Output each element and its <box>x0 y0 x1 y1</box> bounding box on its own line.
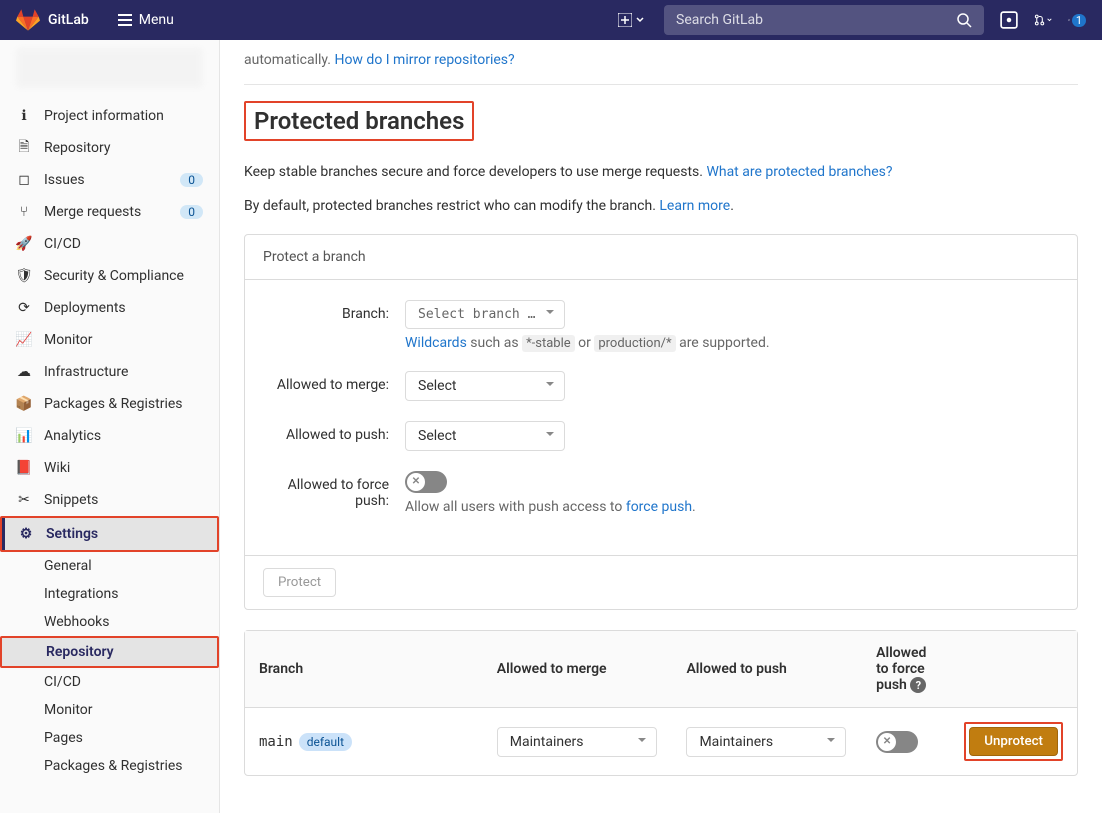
merge-requests-shortcut[interactable] <box>1034 11 1052 29</box>
sidebar: ℹProject information 🗎Repository ◻Issues… <box>0 40 220 813</box>
col-branch: Branch <box>245 631 483 709</box>
branch-select[interactable]: Select branch … <box>405 300 565 329</box>
settings-sub-packages[interactable]: Packages & Registries <box>0 752 219 780</box>
settings-sub-integrations[interactable]: Integrations <box>0 580 219 608</box>
settings-sub-monitor[interactable]: Monitor <box>0 696 219 724</box>
col-push: Allowed to push <box>672 631 862 709</box>
file-icon: 🗎 <box>16 140 32 156</box>
merge-label: Allowed to merge: <box>265 371 405 401</box>
chevron-down-icon <box>1047 16 1052 24</box>
section-desc-1: Keep stable branches secure and force de… <box>244 161 1078 183</box>
package-icon: 📦 <box>16 396 32 412</box>
sidebar-item-issues[interactable]: ◻Issues0 <box>0 164 219 196</box>
sidebar-item-snippets[interactable]: ✂Snippets <box>0 484 219 516</box>
protected-branches-table: Branch Allowed to merge Allowed to push … <box>244 630 1078 777</box>
sidebar-item-packages[interactable]: 📦Packages & Registries <box>0 388 219 420</box>
menu-label: Menu <box>139 12 174 28</box>
todos-shortcut[interactable]: 1 <box>1068 11 1086 29</box>
monitor-icon: 📈 <box>16 332 32 348</box>
sidebar-item-wiki[interactable]: 📕Wiki <box>0 452 219 484</box>
hamburger-icon <box>117 12 133 28</box>
settings-sub-general[interactable]: General <box>0 552 219 580</box>
search-icon <box>956 12 972 28</box>
brand-text: GitLab <box>48 12 89 28</box>
gitlab-logo[interactable]: GitLab <box>16 8 89 32</box>
what-are-link[interactable]: What are protected branches? <box>706 164 892 180</box>
section-heading: Protected branches <box>246 103 472 139</box>
sidebar-item-settings[interactable]: ⚙Settings <box>2 518 217 550</box>
settings-sub-cicd[interactable]: CI/CD <box>0 668 219 696</box>
deploy-icon: ⟳ <box>16 300 32 316</box>
search-input[interactable] <box>676 12 956 28</box>
table-header-row: Branch Allowed to merge Allowed to push … <box>245 631 1077 709</box>
shield-icon: 🛡 <box>16 268 32 284</box>
info-icon: ℹ <box>16 108 32 124</box>
protect-branch-panel: Protect a branch Branch: Select branch …… <box>244 234 1078 610</box>
col-merge: Allowed to merge <box>483 631 673 709</box>
merge-select[interactable]: Select <box>405 371 565 401</box>
merge-icon: ⑂ <box>16 204 32 220</box>
branch-label: Branch: <box>265 300 405 351</box>
force-push-toggle[interactable] <box>405 471 447 493</box>
settings-sub-webhooks[interactable]: Webhooks <box>0 608 219 636</box>
issues-icon: ◻ <box>16 172 32 188</box>
sidebar-item-infrastructure[interactable]: ☁Infrastructure <box>0 356 219 388</box>
sidebar-item-cicd[interactable]: 🚀CI/CD <box>0 228 219 260</box>
rocket-icon: 🚀 <box>16 236 32 252</box>
divider <box>244 84 1078 85</box>
learn-more-link[interactable]: Learn more <box>659 198 730 214</box>
sidebar-item-project-info[interactable]: ℹProject information <box>0 100 219 132</box>
push-label: Allowed to push: <box>265 421 405 451</box>
gear-icon: ⚙ <box>18 526 34 542</box>
panel-title: Protect a branch <box>245 235 1077 280</box>
main-content: automatically. How do I mirror repositor… <box>220 40 1102 813</box>
search-input-wrapper[interactable] <box>664 5 984 35</box>
force-push-link[interactable]: force push <box>626 499 692 515</box>
wildcards-link[interactable]: Wildcards <box>405 335 467 351</box>
help-icon[interactable]: ? <box>910 677 926 693</box>
section-desc-2: By default, protected branches restrict … <box>244 195 1078 217</box>
settings-sub-pages[interactable]: Pages <box>0 724 219 752</box>
col-force: Allowed to force push ? <box>862 631 950 709</box>
sidebar-item-security[interactable]: 🛡Security & Compliance <box>0 260 219 292</box>
new-dropdown[interactable] <box>614 9 648 31</box>
force-push-hint: Allow all users with push access to forc… <box>405 499 1057 515</box>
branch-name: main <box>259 734 293 750</box>
todo-count: 1 <box>1072 14 1086 27</box>
chart-icon: 📊 <box>16 428 32 444</box>
book-icon: 📕 <box>16 460 32 476</box>
protect-button[interactable]: Protect <box>263 568 336 597</box>
scissors-icon: ✂ <box>16 492 32 508</box>
settings-sub-repository[interactable]: Repository <box>2 638 217 666</box>
tanuki-icon <box>16 8 40 32</box>
wildcards-hint: Wildcards such as *-stable or production… <box>405 335 1057 351</box>
row-force-toggle[interactable] <box>876 731 918 753</box>
sidebar-item-analytics[interactable]: 📊Analytics <box>0 420 219 452</box>
sidebar-item-merge-requests[interactable]: ⑂Merge requests0 <box>0 196 219 228</box>
mirror-link[interactable]: How do I mirror repositories? <box>334 52 514 68</box>
default-badge: default <box>299 733 352 751</box>
chevron-down-icon <box>636 16 644 24</box>
sidebar-item-repository[interactable]: 🗎Repository <box>0 132 219 164</box>
sidebar-item-deployments[interactable]: ⟳Deployments <box>0 292 219 324</box>
truncated-prev-section: automatically. How do I mirror repositor… <box>244 40 1078 68</box>
row-push-select[interactable]: Maintainers <box>686 727 846 757</box>
project-context[interactable] <box>16 48 203 88</box>
issues-shortcut[interactable] <box>1000 11 1018 29</box>
cloud-icon: ☁ <box>16 364 32 380</box>
unprotect-button[interactable]: Unprotect <box>969 727 1058 756</box>
table-row: main default Maintainers Maintainers Unpr… <box>245 708 1077 775</box>
row-merge-select[interactable]: Maintainers <box>497 727 657 757</box>
menu-button[interactable]: Menu <box>109 8 182 32</box>
push-select[interactable]: Select <box>405 421 565 451</box>
force-push-label: Allowed to force push: <box>265 471 405 515</box>
plus-icon <box>618 13 632 27</box>
col-actions <box>950 631 1077 709</box>
sidebar-item-monitor[interactable]: 📈Monitor <box>0 324 219 356</box>
